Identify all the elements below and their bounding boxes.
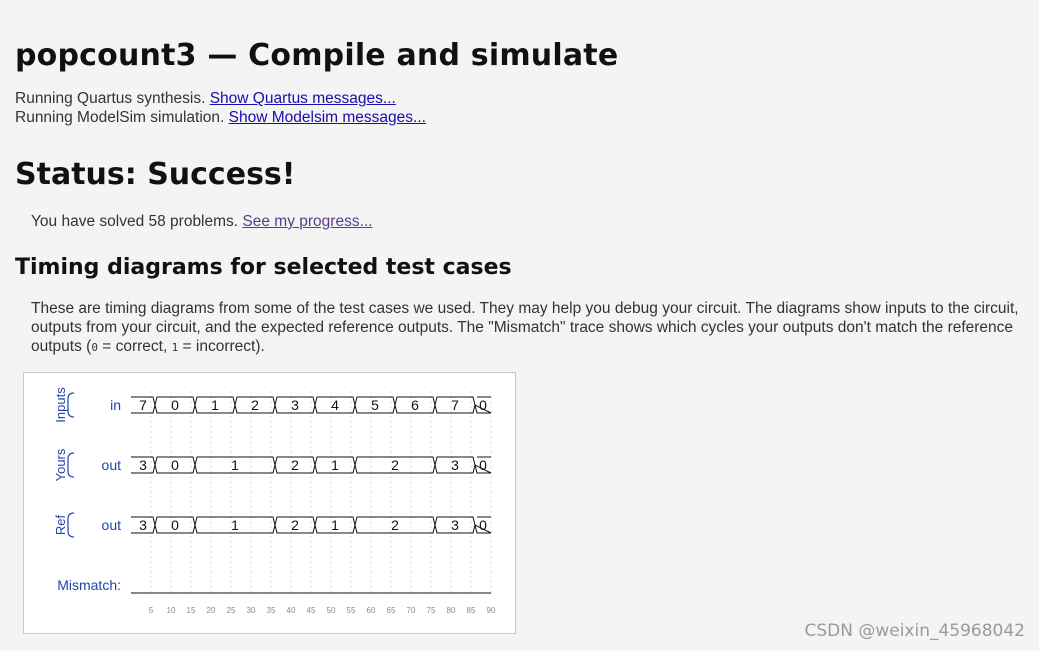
time-tick-label: 70 xyxy=(407,606,416,615)
modelsim-line: Running ModelSim simulation. Show Models… xyxy=(15,108,426,127)
quartus-status-text: Running Quartus synthesis. xyxy=(15,90,206,107)
bus-value: 1 xyxy=(331,517,339,533)
group-bracket xyxy=(67,452,75,478)
watermark: CSDN @weixin_45968042 xyxy=(804,621,1025,641)
time-tick-label: 50 xyxy=(327,606,336,615)
bus-value: 2 xyxy=(291,457,299,473)
group-bracket xyxy=(67,392,75,418)
bus-value: 4 xyxy=(331,397,339,413)
bus-value: 6 xyxy=(411,397,419,413)
bus-value: 0 xyxy=(171,397,179,413)
time-tick-label: 55 xyxy=(347,606,356,615)
time-tick-label: 40 xyxy=(287,606,296,615)
bus-value: 2 xyxy=(391,457,399,473)
time-tick-label: 60 xyxy=(367,606,376,615)
modelsim-status-text: Running ModelSim simulation. xyxy=(15,109,225,126)
time-tick-label: 85 xyxy=(467,606,476,615)
desc-code-correct: 0 xyxy=(91,341,98,354)
bus-value: 3 xyxy=(291,397,299,413)
timing-description: These are timing diagrams from some of t… xyxy=(31,299,1021,357)
timing-diagram: Inputs in 7 0 1 2 3 4 5 6 7 0 Yours out 3 0 1 2 1 2 3 0 Ref out… xyxy=(23,372,516,634)
bus-value: 2 xyxy=(251,397,259,413)
time-tick-label: 65 xyxy=(387,606,396,615)
bus-value: 7 xyxy=(451,397,459,413)
bus-value: 2 xyxy=(391,517,399,533)
timing-diagram-svg: Inputs in 7 0 1 2 3 4 5 6 7 0Yours out 3 0 1 2 1 2 3 0Ref out… xyxy=(53,387,496,615)
group-label: Inputs xyxy=(53,387,68,423)
time-tick-label: 90 xyxy=(487,606,496,615)
time-tick-label: 30 xyxy=(247,606,256,615)
desc-text-3: = incorrect). xyxy=(178,338,265,355)
bus-value: 0 xyxy=(479,517,487,533)
solved-count-text: You have solved 58 problems. xyxy=(31,213,239,230)
time-tick-label: 20 xyxy=(207,606,216,615)
group-label: Yours xyxy=(53,448,68,481)
bus-value: 5 xyxy=(371,397,379,413)
bus-value: 3 xyxy=(451,457,459,473)
signal-name: in xyxy=(110,397,121,413)
bus-value: 1 xyxy=(331,457,339,473)
bus-value: 0 xyxy=(479,457,487,473)
bus-value: 0 xyxy=(171,517,179,533)
bus-value: 2 xyxy=(291,517,299,533)
page-title: popcount3 — Compile and simulate xyxy=(15,38,619,73)
bus-value: 0 xyxy=(171,457,179,473)
group-bracket xyxy=(67,512,75,538)
time-tick-label: 15 xyxy=(187,606,196,615)
show-modelsim-messages-link[interactable]: Show Modelsim messages... xyxy=(229,109,426,126)
time-tick-label: 80 xyxy=(447,606,456,615)
bus-value: 1 xyxy=(211,397,219,413)
bus-value: 0 xyxy=(479,397,487,413)
time-tick-label: 75 xyxy=(427,606,436,615)
time-tick-label: 5 xyxy=(149,606,154,615)
show-quartus-messages-link[interactable]: Show Quartus messages... xyxy=(210,90,396,107)
bus-value: 3 xyxy=(139,457,147,473)
see-my-progress-link[interactable]: See my progress... xyxy=(242,213,372,230)
bus-value: 1 xyxy=(231,517,239,533)
bus-value: 1 xyxy=(231,457,239,473)
mismatch-label: Mismatch: xyxy=(57,577,121,593)
desc-text-2: = correct, xyxy=(97,338,172,355)
signal-name: out xyxy=(102,457,122,473)
quartus-line: Running Quartus synthesis. Show Quartus … xyxy=(15,89,396,108)
time-tick-label: 10 xyxy=(167,606,176,615)
bus-value: 7 xyxy=(139,397,147,413)
signal-name: out xyxy=(102,517,122,533)
time-tick-label: 45 xyxy=(307,606,316,615)
progress-line: You have solved 58 problems. See my prog… xyxy=(31,212,372,231)
status-heading: Status: Success! xyxy=(15,157,296,192)
timing-diagrams-heading: Timing diagrams for selected test cases xyxy=(15,255,512,280)
bus-value: 3 xyxy=(451,517,459,533)
group-label: Ref xyxy=(53,514,68,535)
bus-value: 3 xyxy=(139,517,147,533)
time-tick-label: 35 xyxy=(267,606,276,615)
time-tick-label: 25 xyxy=(227,606,236,615)
